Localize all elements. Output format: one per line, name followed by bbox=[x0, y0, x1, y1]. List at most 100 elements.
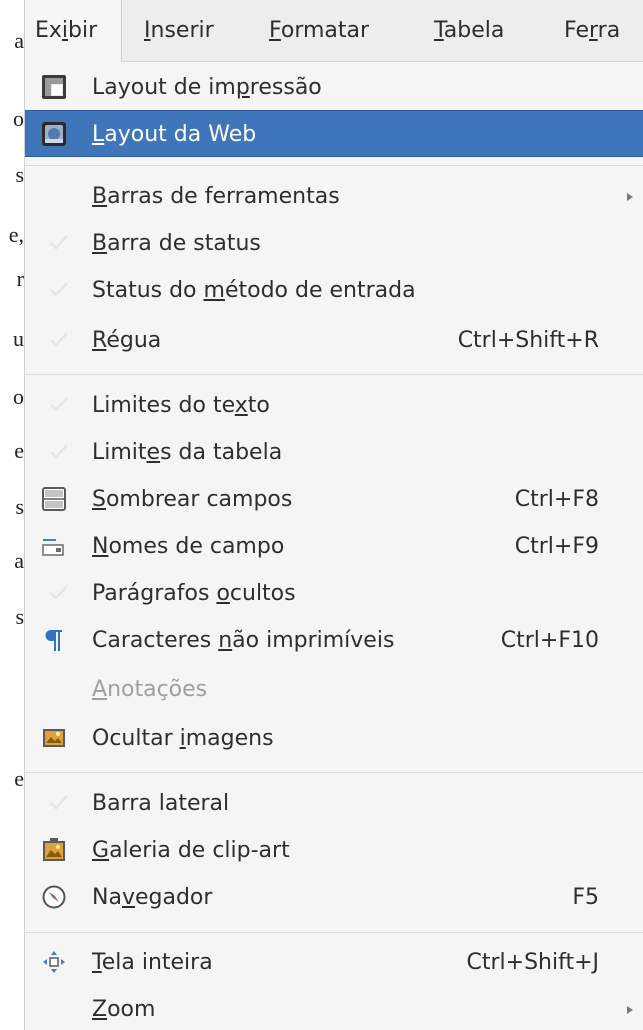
label-part: oom bbox=[107, 997, 156, 1022]
menu-item-label: Sombrear campos bbox=[92, 476, 292, 523]
menu-item-label: Layout de impressão bbox=[92, 64, 322, 111]
label-part: Layout de im bbox=[92, 75, 236, 100]
checkmark-icon bbox=[47, 277, 71, 301]
mnemonic-letter: N bbox=[92, 534, 109, 559]
menubar-label-part: nserir bbox=[150, 18, 214, 43]
mnemonic-letter: p bbox=[235, 75, 250, 100]
menu-item-label: Galeria de clip-art bbox=[92, 827, 290, 874]
menubar-label-part: bir bbox=[68, 18, 98, 43]
mnemonic-letter: L bbox=[92, 122, 105, 147]
document-text-fragment: s bbox=[15, 604, 24, 629]
menu-item-label: Layout da Web bbox=[92, 111, 256, 158]
document-background: a o s e, r u o e s a s e bbox=[0, 0, 24, 1030]
menu-item-label: Barras de ferramentas bbox=[92, 173, 340, 220]
mnemonic-letter: e bbox=[146, 440, 161, 465]
gallery-icon bbox=[41, 837, 67, 863]
mnemonic-letter: A bbox=[92, 677, 108, 702]
checkmark-icon bbox=[47, 230, 71, 254]
menu-item-formatting-marks[interactable]: Caracteres não imprimíveis Ctrl+F10 bbox=[25, 617, 643, 664]
document-text-fragment: s bbox=[15, 494, 24, 519]
menu-item-navigator[interactable]: Navegador F5 bbox=[25, 874, 643, 921]
label-part: Caracteres bbox=[92, 628, 219, 653]
menu-item-hide-images[interactable]: Ocultar imagens bbox=[25, 715, 643, 762]
menubar-item-exibir[interactable]: Exibir bbox=[24, 0, 122, 63]
menu-item-web-layout[interactable]: Layout da Web bbox=[25, 110, 643, 157]
document-text-fragment: u bbox=[13, 326, 24, 351]
menubar-item-inserir[interactable]: Inserir bbox=[144, 0, 214, 62]
menubar-item-ferramentas[interactable]: Ferra bbox=[564, 0, 620, 62]
field-names-icon bbox=[41, 533, 67, 559]
label-part: Parágrafos bbox=[92, 581, 217, 606]
menu-item-label: Régua bbox=[92, 317, 161, 364]
menu-separator bbox=[25, 165, 643, 166]
menu-item-label: Ocultar imagens bbox=[92, 715, 274, 762]
menu-item-label: Zoom bbox=[92, 986, 155, 1030]
pilcrow-icon bbox=[41, 627, 67, 653]
menu-item-label: Caracteres não imprimíveis bbox=[92, 617, 394, 664]
label-part: arras de ferramentas bbox=[107, 184, 340, 209]
menu-item-label: Limites da tabela bbox=[92, 429, 282, 476]
menu-item-label: Anotações bbox=[92, 666, 207, 713]
label-part: omes de campo bbox=[108, 534, 285, 559]
label-part: Na bbox=[92, 885, 122, 910]
label-part: égua bbox=[106, 328, 162, 353]
menu-item-full-screen[interactable]: Tela inteira Ctrl+Shift+J bbox=[25, 939, 643, 986]
checkmark-icon bbox=[47, 790, 71, 814]
mnemonic-letter: n bbox=[218, 628, 233, 653]
label-part: ela inteira bbox=[101, 950, 213, 975]
document-text-fragment: o bbox=[13, 106, 24, 131]
submenu-arrow-icon bbox=[627, 193, 633, 201]
menu-item-label: Barra de status bbox=[92, 220, 261, 267]
menu-item-field-shadings[interactable]: Sombrear campos Ctrl+F8 bbox=[25, 476, 643, 523]
document-text-fragment: s bbox=[15, 162, 24, 187]
hide-images-icon bbox=[41, 725, 67, 751]
label-part: Ocultar bbox=[92, 726, 180, 751]
menu-item-hidden-paragraphs[interactable]: Parágrafos ocultos bbox=[25, 570, 643, 617]
document-text-fragment: r bbox=[16, 266, 24, 291]
label-part: to bbox=[247, 393, 270, 418]
menu-item-sidebar[interactable]: Barra lateral bbox=[25, 780, 643, 827]
menu-item-label: Tela inteira bbox=[92, 939, 213, 986]
label-part: ayout da Web bbox=[104, 122, 257, 147]
menu-item-table-boundaries[interactable]: Limites da tabela bbox=[25, 429, 643, 476]
label-part: ressão bbox=[249, 75, 322, 100]
shortcut-label: Ctrl+F9 bbox=[514, 534, 599, 559]
mnemonic-letter: B bbox=[92, 231, 108, 256]
menu-item-field-names[interactable]: Nomes de campo Ctrl+F9 bbox=[25, 523, 643, 570]
print-layout-icon bbox=[41, 74, 67, 100]
document-text-fragment: o bbox=[13, 384, 24, 409]
menu-item-clipart-gallery[interactable]: Galeria de clip-art bbox=[25, 827, 643, 874]
menubar-item-tabela[interactable]: Tabela bbox=[434, 0, 504, 62]
menubar-label-part: abela bbox=[443, 18, 505, 43]
document-text-fragment: e, bbox=[8, 222, 24, 247]
label-part: Limites do te bbox=[92, 393, 235, 418]
menu-item-print-layout[interactable]: Layout de impressão bbox=[25, 64, 643, 111]
menu-item-zoom[interactable]: Zoom bbox=[25, 986, 643, 1030]
menu-item-status-bar[interactable]: Barra de status bbox=[25, 220, 643, 267]
menubar-label-part: Fe bbox=[564, 18, 589, 43]
label-part: cultos bbox=[229, 581, 296, 606]
mnemonic-letter: F bbox=[269, 18, 281, 43]
web-layout-icon bbox=[41, 121, 67, 147]
menu-item-toolbars[interactable]: Barras de ferramentas bbox=[25, 173, 643, 220]
mnemonic-letter: S bbox=[92, 487, 106, 512]
menu-separator bbox=[25, 932, 643, 933]
mnemonic-letter: r bbox=[589, 18, 598, 43]
label-part: étodo de entrada bbox=[224, 278, 416, 303]
shortcut-label: Ctrl+F8 bbox=[514, 487, 599, 512]
menu-item-text-boundaries[interactable]: Limites do texto bbox=[25, 382, 643, 429]
document-text-fragment: e bbox=[14, 766, 24, 791]
document-text-fragment: a bbox=[14, 548, 24, 573]
menu-separator bbox=[25, 374, 643, 375]
menu-item-ruler[interactable]: Régua Ctrl+Shift+R bbox=[25, 317, 643, 364]
menubar-item-formatar[interactable]: Formatar bbox=[269, 0, 369, 62]
menu-separator bbox=[25, 772, 643, 773]
mnemonic-letter: G bbox=[92, 838, 110, 863]
full-screen-icon bbox=[41, 949, 67, 975]
navigator-icon bbox=[41, 884, 67, 910]
shortcut-label: Ctrl+F10 bbox=[500, 628, 599, 653]
menu-item-input-method-status[interactable]: Status do método de entrada bbox=[25, 267, 643, 314]
menu-item-annotations: Anotações bbox=[25, 666, 643, 713]
mnemonic-letter: x bbox=[234, 393, 248, 418]
view-menu-dropdown: Layout de impressão Layout da Web Barras… bbox=[24, 62, 643, 1030]
